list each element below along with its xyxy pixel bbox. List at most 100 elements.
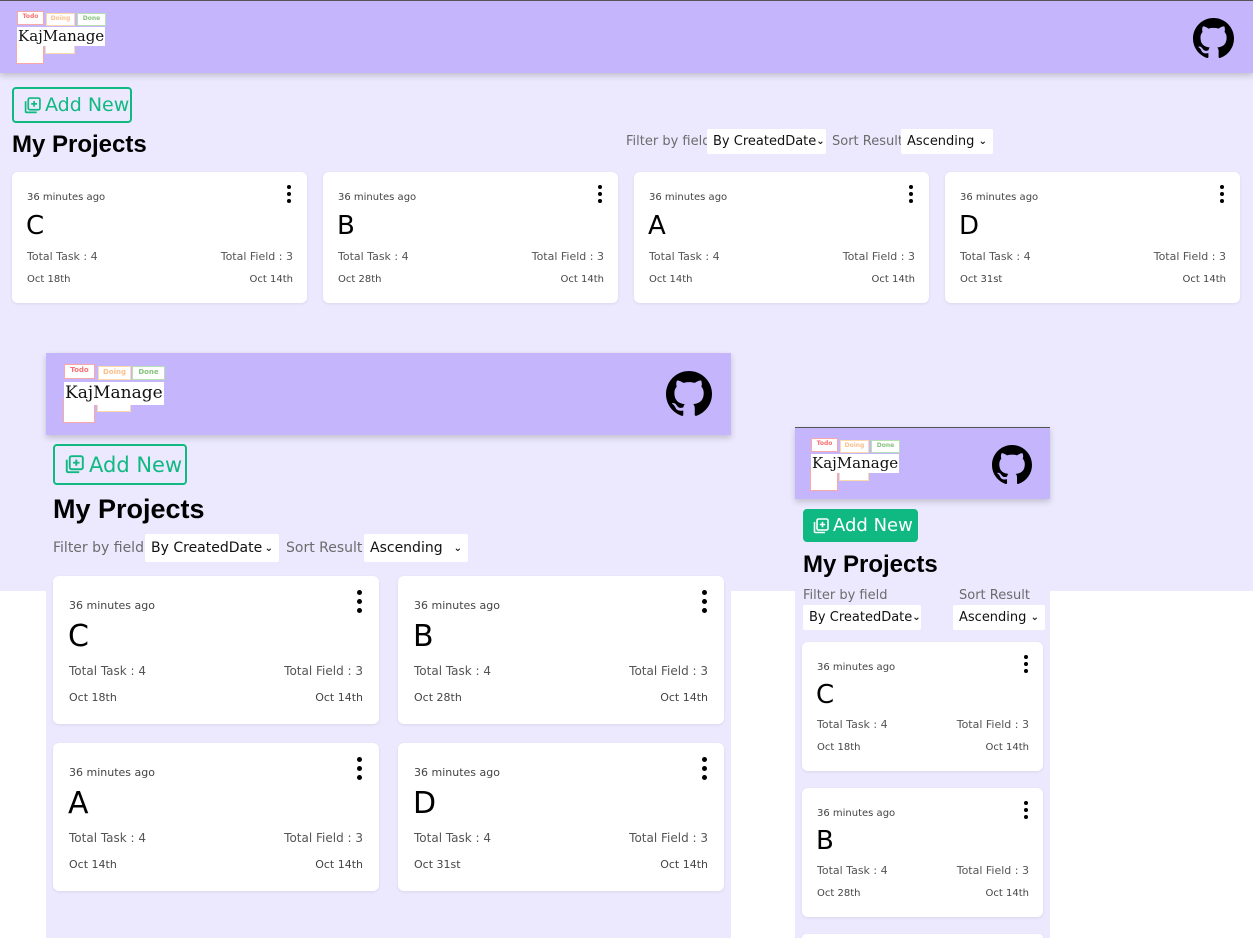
total-task: Total Task : 4	[338, 250, 409, 263]
card-timestamp: 36 minutes ago	[69, 766, 155, 779]
mobile-header: Todo Doing Done KajManage	[795, 427, 1050, 499]
project-card[interactable]: 36 minutes ago B Total Task : 4 Total Fi…	[323, 172, 618, 303]
card-timestamp: 36 minutes ago	[414, 599, 500, 612]
sort-label: Sort Result	[286, 540, 363, 556]
add-new-label: Add New	[833, 515, 913, 536]
chevron-down-icon: ⌄	[978, 136, 987, 147]
sort-select-value: Ascending	[370, 540, 443, 556]
add-new-button[interactable]: Add New	[803, 509, 918, 542]
card-timestamp: 36 minutes ago	[649, 192, 728, 203]
app-logo[interactable]: Todo Doing Done KajManage	[15, 11, 107, 65]
more-vertical-icon[interactable]	[909, 185, 913, 203]
total-task: Total Task : 4	[649, 250, 720, 263]
total-task: Total Task : 4	[414, 664, 492, 678]
sort-select[interactable]: Ascending ⌄	[953, 605, 1045, 630]
sort-select-value: Ascending	[907, 134, 975, 149]
desktop-header: Todo Doing Done KajManage	[0, 0, 1253, 73]
more-vertical-icon[interactable]	[357, 590, 362, 613]
chevron-down-icon: ⌄	[1030, 612, 1039, 623]
due-date: Oct 18th	[817, 742, 861, 753]
app-logo[interactable]: Todo Doing Done KajManage	[809, 438, 901, 492]
project-card-partial[interactable]	[802, 934, 1043, 938]
total-field: Total Field : 3	[629, 831, 708, 845]
filter-select[interactable]: By CreatedDate ⌄	[707, 129, 826, 154]
github-icon[interactable]	[1193, 18, 1234, 59]
more-vertical-icon[interactable]	[1220, 185, 1224, 203]
more-vertical-icon[interactable]	[702, 757, 707, 780]
due-date: Oct 18th	[27, 274, 71, 285]
created-date: Oct 14th	[871, 274, 915, 285]
logo-todo-tag: Todo	[17, 11, 44, 25]
page-title: My Projects	[12, 131, 147, 158]
add-new-button[interactable]: Add New	[53, 444, 187, 485]
project-card[interactable]: 36 minutes ago C Total Task : 4 Total Fi…	[53, 576, 379, 724]
created-date: Oct 14th	[560, 274, 604, 285]
sort-select[interactable]: Ascending ⌄	[901, 129, 993, 154]
more-vertical-icon[interactable]	[287, 185, 291, 203]
project-card[interactable]: 36 minutes ago C Total Task : 4 Total Fi…	[12, 172, 307, 303]
created-date: Oct 14th	[985, 888, 1029, 899]
due-date: Oct 14th	[69, 858, 117, 871]
created-date: Oct 14th	[985, 742, 1029, 753]
filter-select-value: By CreatedDate	[151, 540, 263, 556]
project-card[interactable]: 36 minutes ago A Total Task : 4 Total Fi…	[634, 172, 929, 303]
created-date: Oct 14th	[315, 691, 363, 704]
project-name: C	[68, 619, 89, 654]
more-vertical-icon[interactable]	[598, 185, 602, 203]
filter-select[interactable]: By CreatedDate ⌄	[145, 534, 279, 562]
more-vertical-icon[interactable]	[357, 757, 362, 780]
total-field: Total Field : 3	[956, 864, 1029, 877]
add-square-icon	[813, 517, 829, 533]
github-icon[interactable]	[666, 371, 712, 417]
filter-select[interactable]: By CreatedDate ⌄	[803, 605, 921, 630]
add-new-label: Add New	[45, 94, 130, 116]
filter-label: Filter by field	[803, 588, 888, 603]
project-card[interactable]: 36 minutes ago D Total Task : 4 Total Fi…	[398, 743, 724, 891]
tablet-header: Todo Doing Done KajManage	[46, 353, 731, 435]
project-card[interactable]: 36 minutes ago B Total Task : 4 Total Fi…	[398, 576, 724, 724]
due-date: Oct 31st	[414, 858, 461, 871]
project-card[interactable]: 36 minutes ago A Total Task : 4 Total Fi…	[53, 743, 379, 891]
project-card[interactable]: 36 minutes ago D Total Task : 4 Total Fi…	[945, 172, 1240, 303]
sort-label: Sort Result	[959, 588, 1030, 603]
created-date: Oct 14th	[660, 858, 708, 871]
filter-label: Filter by field	[626, 134, 711, 149]
app-logo[interactable]: Todo Doing Done KajManage	[62, 364, 167, 424]
total-task: Total Task : 4	[960, 250, 1031, 263]
project-card[interactable]: 36 minutes ago B Total Task : 4 Total Fi…	[802, 788, 1043, 917]
due-date: Oct 28th	[338, 274, 382, 285]
card-timestamp: 36 minutes ago	[817, 662, 896, 673]
logo-todo-tag: Todo	[64, 364, 95, 379]
project-card[interactable]: 36 minutes ago C Total Task : 4 Total Fi…	[802, 642, 1043, 771]
project-name: B	[816, 826, 834, 856]
project-name: C	[26, 211, 45, 241]
total-field: Total Field : 3	[531, 250, 604, 263]
project-name: A	[68, 786, 89, 821]
sort-select[interactable]: Ascending ⌄	[364, 534, 468, 562]
logo-doing-tag: Doing	[98, 366, 131, 380]
logo-doing-tag: Doing	[46, 13, 75, 26]
card-timestamp: 36 minutes ago	[27, 192, 106, 203]
github-icon[interactable]	[992, 445, 1032, 485]
add-square-icon	[24, 96, 41, 113]
project-name: B	[337, 211, 355, 241]
card-timestamp: 36 minutes ago	[414, 766, 500, 779]
due-date: Oct 28th	[414, 691, 462, 704]
due-date: Oct 14th	[649, 274, 693, 285]
card-timestamp: 36 minutes ago	[338, 192, 417, 203]
more-vertical-icon[interactable]	[1024, 801, 1028, 819]
card-timestamp: 36 minutes ago	[817, 808, 896, 819]
page-title: My Projects	[53, 494, 205, 524]
total-field: Total Field : 3	[284, 831, 363, 845]
total-field: Total Field : 3	[956, 718, 1029, 731]
more-vertical-icon[interactable]	[702, 590, 707, 613]
chevron-down-icon: ⌄	[453, 542, 462, 554]
more-vertical-icon[interactable]	[1024, 655, 1028, 673]
project-name: D	[413, 786, 437, 821]
add-new-button[interactable]: Add New	[12, 87, 132, 123]
filter-select-value: By CreatedDate	[809, 610, 913, 625]
created-date: Oct 14th	[660, 691, 708, 704]
total-task: Total Task : 4	[414, 831, 492, 845]
card-timestamp: 36 minutes ago	[960, 192, 1039, 203]
due-date: Oct 18th	[69, 691, 117, 704]
